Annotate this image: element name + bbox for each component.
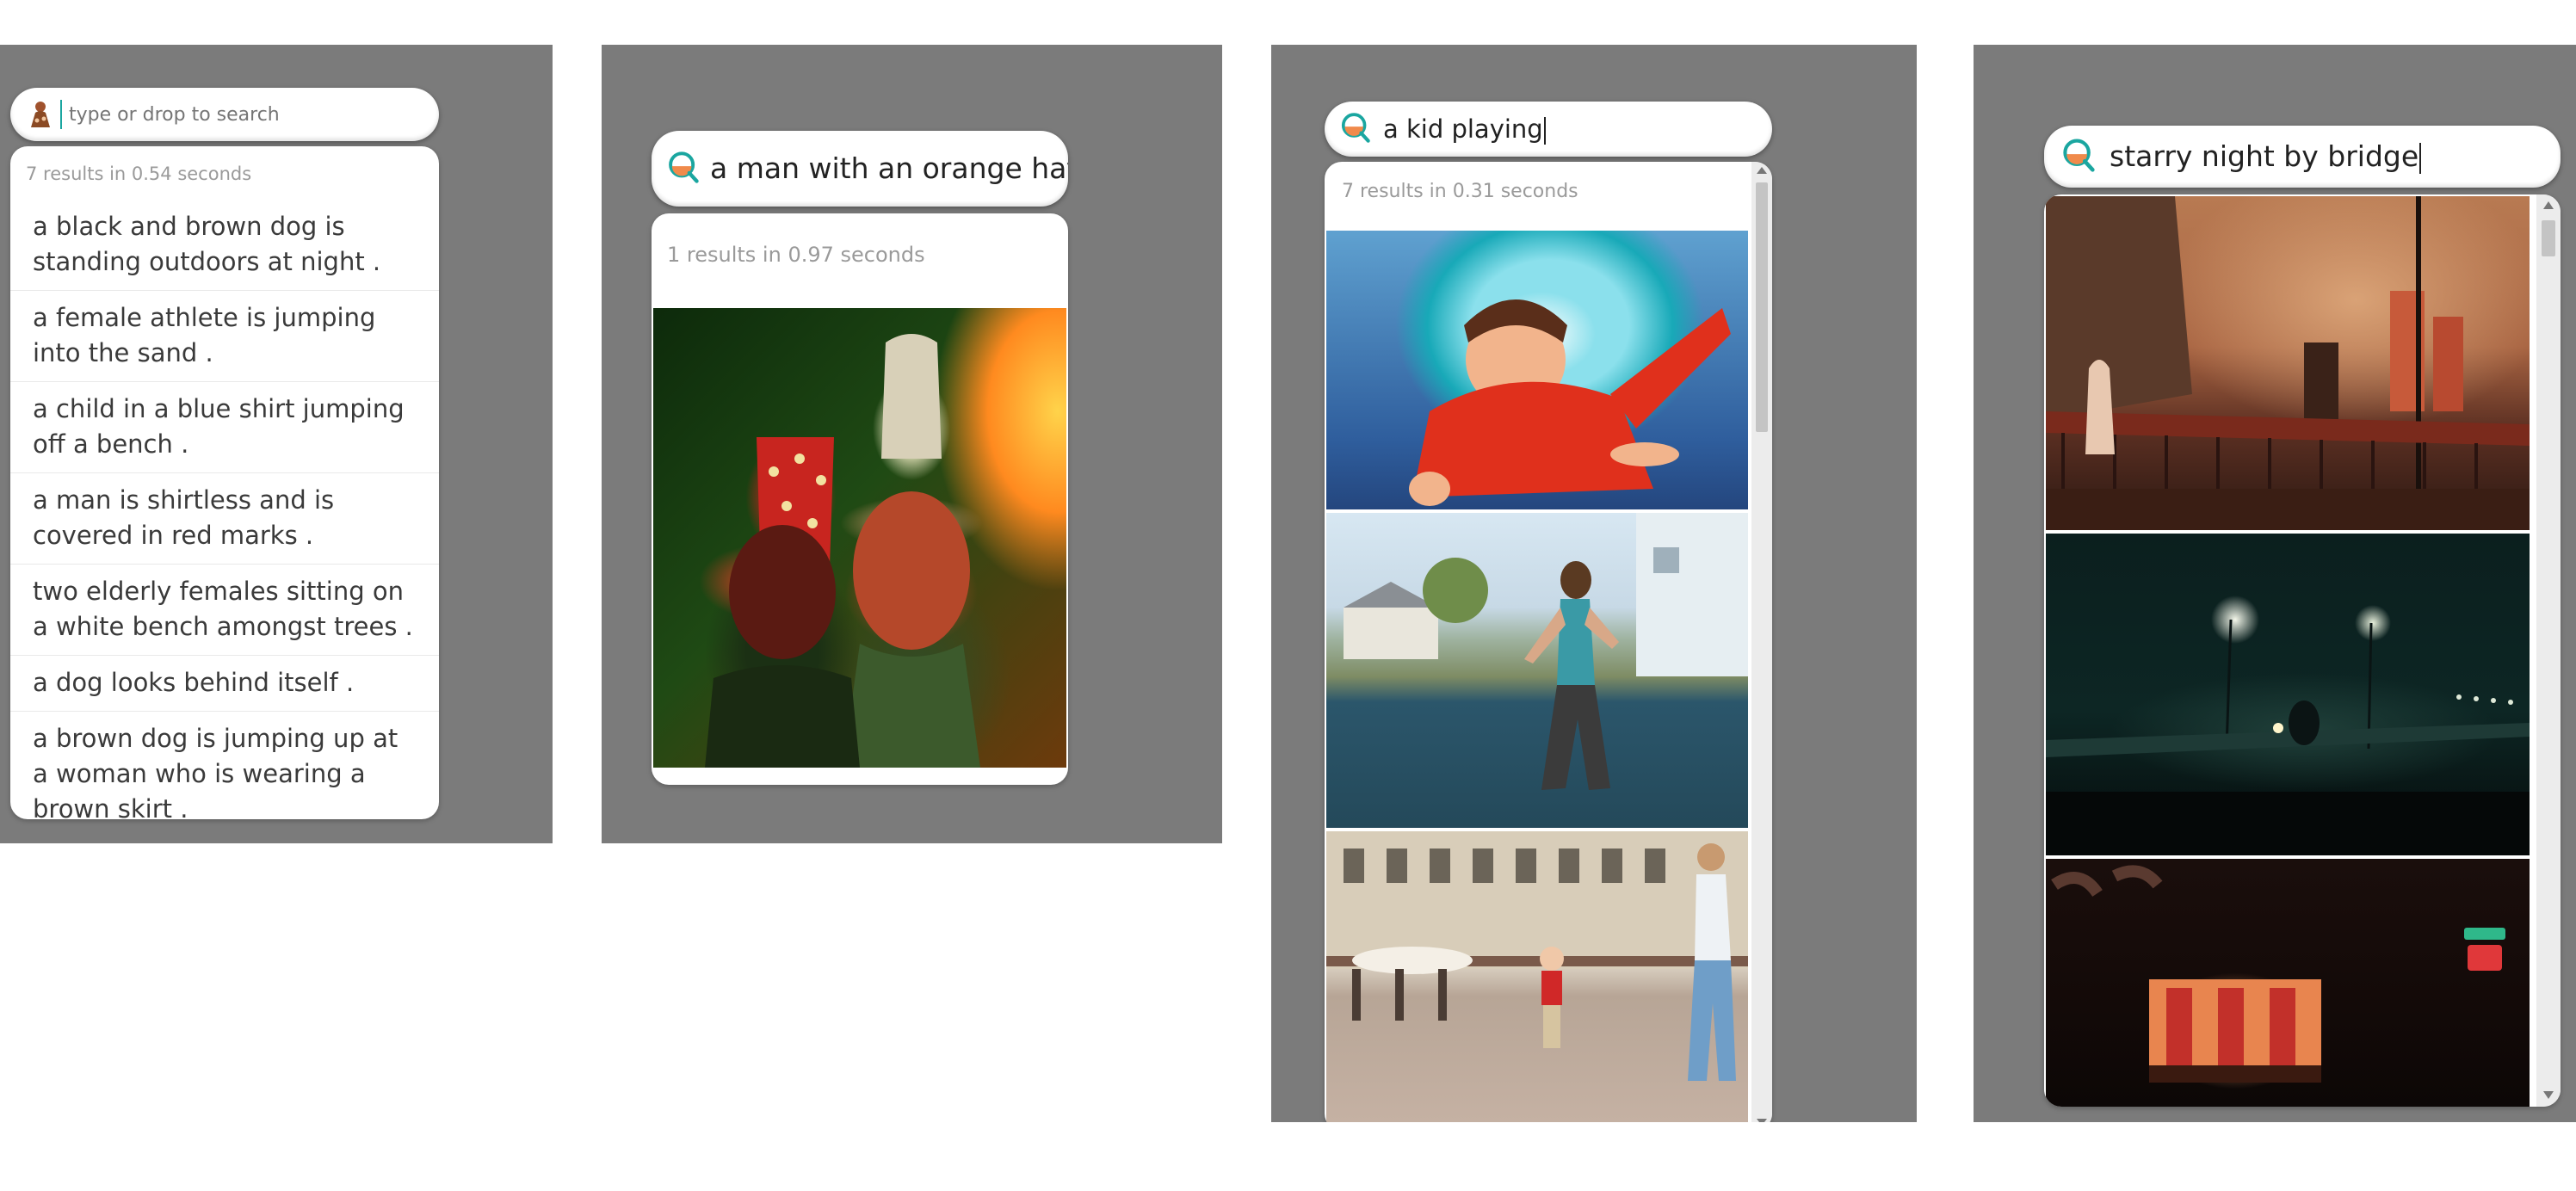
search-input[interactable] (67, 102, 415, 127)
result-image[interactable] (2046, 859, 2530, 1107)
caption-list: a black and brown dog is standing outdoo… (10, 200, 439, 819)
result-count: 1 results in 0.97 seconds (667, 243, 925, 267)
scroll-up-icon[interactable] (2543, 201, 2554, 209)
results-scrollbar[interactable] (1751, 162, 1772, 1122)
search-icon (665, 148, 700, 189)
text-cursor (60, 100, 62, 129)
result-count: 7 results in 0.54 seconds (26, 164, 252, 184)
result-caption[interactable]: two elderly females sitting on a white b… (10, 565, 439, 656)
scroll-down-icon[interactable] (2543, 1091, 2554, 1099)
search-bar[interactable]: starry night by bridge (2044, 126, 2561, 188)
search-bar[interactable]: a man with an orange hat (652, 131, 1068, 207)
results-card: 7 results in 0.31 seconds (1325, 162, 1772, 1122)
result-image[interactable] (653, 308, 1066, 768)
search-panel-2: a man with an orange hat 1 results in 0.… (602, 45, 1222, 843)
search-panel-3: a kid playing 7 results in 0.31 seconds (1271, 45, 1917, 1122)
scrollbar-thumb[interactable] (1756, 182, 1768, 432)
scroll-down-icon[interactable] (1757, 1119, 1767, 1122)
search-query[interactable]: a man with an orange hat (710, 151, 1068, 187)
search-bar[interactable]: a kid playing (1325, 102, 1772, 157)
result-count: 7 results in 0.31 seconds (1342, 181, 1578, 202)
results-scrollbar[interactable] (2536, 194, 2561, 1107)
search-icon (1338, 111, 1371, 147)
search-query[interactable]: starry night by bridge (2110, 139, 2422, 174)
search-icon (2060, 137, 2096, 176)
result-image[interactable] (2046, 534, 2530, 855)
result-image[interactable] (1326, 513, 1748, 828)
result-caption[interactable]: a female athlete is jumping into the san… (10, 291, 439, 382)
search-panel-4: starry night by bridge (1974, 45, 2576, 1122)
result-caption[interactable]: a man is shirtless and is covered in red… (10, 473, 439, 565)
result-caption[interactable]: a black and brown dog is standing outdoo… (10, 200, 439, 291)
results-card (2044, 194, 2561, 1107)
scroll-up-icon[interactable] (1757, 167, 1767, 174)
search-bar[interactable] (10, 88, 439, 141)
results-card: 7 results in 0.54 seconds a black and br… (10, 146, 439, 819)
scrollbar-thumb[interactable] (2542, 220, 2555, 256)
results-card: 1 results in 0.97 seconds (652, 213, 1068, 785)
search-panel-1: 7 results in 0.54 seconds a black and br… (0, 45, 553, 843)
result-image[interactable] (1326, 831, 1748, 1122)
result-image[interactable] (1326, 231, 1748, 509)
result-caption[interactable]: a brown dog is jumping up at a woman who… (10, 712, 439, 819)
result-image[interactable] (2046, 196, 2530, 530)
result-caption[interactable]: a dog looks behind itself . (10, 656, 439, 712)
result-caption[interactable]: a child in a blue shirt jumping off a be… (10, 382, 439, 473)
image-drop-icon[interactable] (28, 100, 53, 129)
search-query[interactable]: a kid playing (1383, 114, 1546, 145)
